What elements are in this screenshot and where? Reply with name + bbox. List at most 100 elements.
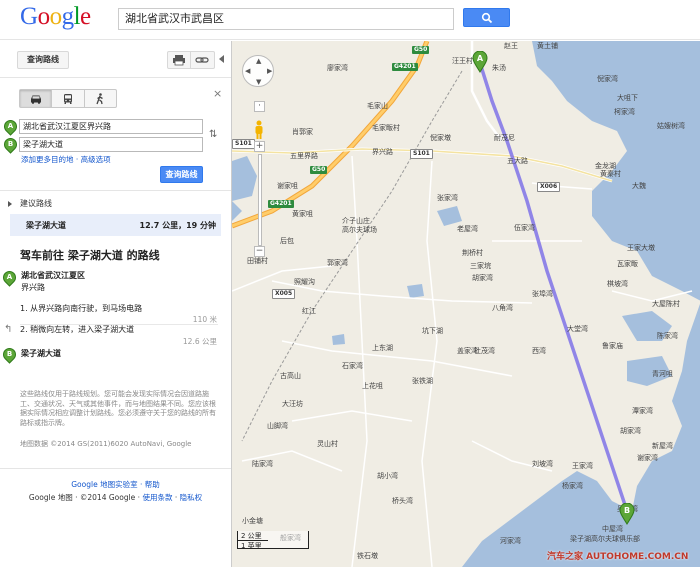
map-label: 倪家湾 (597, 75, 618, 83)
terms-link[interactable]: 使用条款 (142, 493, 172, 502)
map-label: 耐茂尼 (494, 134, 515, 142)
map-label: 柯家湾 (614, 108, 635, 116)
map-label: 朱汤 (492, 64, 506, 72)
pan-control[interactable]: ▲ ▼ ◀ ▶ (242, 55, 274, 87)
map-label: 黄土铺 (537, 42, 558, 50)
map-label: 大汪坊 (282, 400, 303, 408)
map-label: 老屋湾 (457, 225, 478, 233)
map-label: 杨家湾 (562, 482, 583, 490)
zoom-out-button[interactable]: − (254, 246, 265, 257)
svg-text:B: B (624, 506, 630, 515)
reset-view-button[interactable]: · (254, 101, 265, 112)
map-label: 王家湾 (572, 462, 593, 470)
add-destination-link[interactable]: 添加更多目的地 · 高级选项 (21, 154, 111, 165)
logo-letter: e (80, 3, 91, 30)
directions-panel: 查询路线 × A 湖北省武汉江夏区界兴路 B 梁子湖大道 ⇅ 添加更多目的地 ·… (0, 41, 231, 567)
start-address-line2: 界兴路 (21, 283, 45, 292)
directions-title: 驾车前往 梁子湖大道 的路线 (20, 249, 160, 262)
destination-input[interactable]: 梁子湖大道 (19, 137, 203, 152)
close-icon[interactable]: × (213, 87, 222, 100)
map-label: 荆桥村 (462, 249, 483, 257)
zoom-in-button[interactable]: + (254, 141, 265, 152)
map-label: 铁石墩 (357, 552, 378, 560)
direction-step[interactable]: 1. 从界兴路向南行驶，到马场电路 (20, 303, 142, 314)
map-label: 毛家畈村 (372, 124, 400, 132)
print-button[interactable] (167, 51, 191, 69)
mode-transit-button[interactable] (52, 90, 85, 107)
map-label: 古高山 (280, 372, 301, 380)
map-base (232, 41, 700, 567)
logo-letter: o (37, 3, 51, 30)
map-label: 潭家湾 (632, 407, 653, 415)
expand-arrow-icon[interactable] (8, 201, 12, 207)
map-label: 盖家湾 (457, 347, 478, 355)
logo-letter: o (49, 3, 63, 30)
footer-links[interactable]: Google 地图实验室 · 帮助 (0, 479, 231, 490)
pan-up-icon[interactable]: ▲ (256, 57, 261, 65)
scale-imperial: 1 英里 (241, 542, 262, 550)
pan-right-icon[interactable]: ▶ (267, 67, 272, 75)
map-label: 青河咀 (652, 370, 673, 378)
mode-walking-button[interactable] (85, 90, 116, 107)
map-label: 照耀沟 (294, 278, 315, 286)
start-marker: A (0, 268, 19, 287)
highway-shield: G50 (310, 166, 328, 174)
road-shield: S101 (232, 139, 255, 149)
origin-input[interactable]: 湖北省武汉江夏区界兴路 (19, 119, 203, 134)
map-label: 郭家湾 (327, 259, 348, 267)
end-address: 梁子湖大道 (21, 349, 61, 358)
map-label: 陈家湾 (657, 332, 678, 340)
map-label: 毛家山 (367, 102, 388, 110)
get-directions-button[interactable]: 查询路线 (160, 166, 203, 183)
map-label: 胡小湾 (377, 472, 398, 480)
map-label: 张家湾 (437, 194, 458, 202)
swap-waypoints-icon[interactable]: ⇅ (209, 129, 221, 143)
map-data-copyright: 地图数据 ©2014 GS(2011)6020 AutoNavi, Google (20, 440, 192, 448)
map-label: 八角湾 (492, 304, 513, 312)
map-label: 中屋湾 (602, 525, 623, 533)
street-view-pegman-icon[interactable] (253, 120, 265, 140)
route-option[interactable]: 梁子湖大道 12.7 公里，19 分钟 (10, 214, 221, 236)
map-label: 瓦家畈 (617, 260, 638, 268)
map-label: 肖郭家 (292, 128, 313, 136)
route-end-marker[interactable]: B (619, 503, 635, 525)
pan-down-icon[interactable]: ▼ (256, 78, 261, 86)
map-label: 灵山村 (317, 440, 338, 448)
map-label: 棋坡湾 (607, 280, 628, 288)
mode-driving-button[interactable] (20, 90, 53, 107)
map-label: 胡家湾 (472, 274, 493, 282)
route-start-marker[interactable]: A (472, 51, 488, 73)
map-label: 伍家湾 (514, 224, 535, 232)
footer-prefix: Google 地图 · ©2014 Google · (28, 493, 143, 502)
collapse-panel-icon[interactable] (219, 55, 224, 63)
map-scale: 2 公里 1 英里 (237, 531, 309, 550)
bus-icon (63, 93, 72, 104)
privacy-link[interactable]: 隐私权 (180, 493, 203, 502)
map-label: 大堂湾 (567, 325, 588, 333)
zoom-slider-track[interactable] (258, 154, 262, 246)
directions-tab-button[interactable]: 查询路线 (17, 51, 69, 69)
highway-shield: G4201 (392, 63, 418, 71)
footer-copyright: Google 地图 · ©2014 Google · 使用条款 · 隐私权 (28, 493, 203, 502)
map-label: 上东湖 (372, 344, 393, 352)
map-label: 谢家湾 (637, 454, 658, 462)
highway-shield: G50 (412, 46, 430, 54)
link-button[interactable] (191, 51, 215, 69)
map-canvas[interactable]: 汪王村 赵王 黄土铺 朱汤 倪家湾 大咀下 柯家湾 毛家山 廖家湾 肖郭家 毛家… (231, 41, 700, 567)
map-label: 胡家湾 (620, 427, 641, 435)
map-label: 后包 (280, 237, 294, 245)
zoom-control: · + − (253, 96, 265, 257)
direction-step[interactable]: 2. 稍微向左转，进入梁子湖大道 (20, 324, 134, 335)
google-logo[interactable]: Google (20, 3, 91, 31)
map-label: 大魏 (632, 182, 646, 190)
search-input[interactable]: 湖北省武汉市武昌区 (118, 8, 454, 30)
search-button[interactable] (463, 8, 510, 27)
map-label: 赵王 (504, 42, 518, 50)
pan-left-icon[interactable]: ◀ (245, 67, 250, 75)
link-icon (195, 57, 209, 63)
top-header: Google 湖北省武汉市武昌区 (0, 0, 700, 40)
road-shield: S101 (410, 149, 433, 159)
map-label: 王家大墩 (627, 244, 655, 252)
map-label: 张埠湾 (532, 290, 553, 298)
route-name: 梁子湖大道 (26, 221, 66, 230)
